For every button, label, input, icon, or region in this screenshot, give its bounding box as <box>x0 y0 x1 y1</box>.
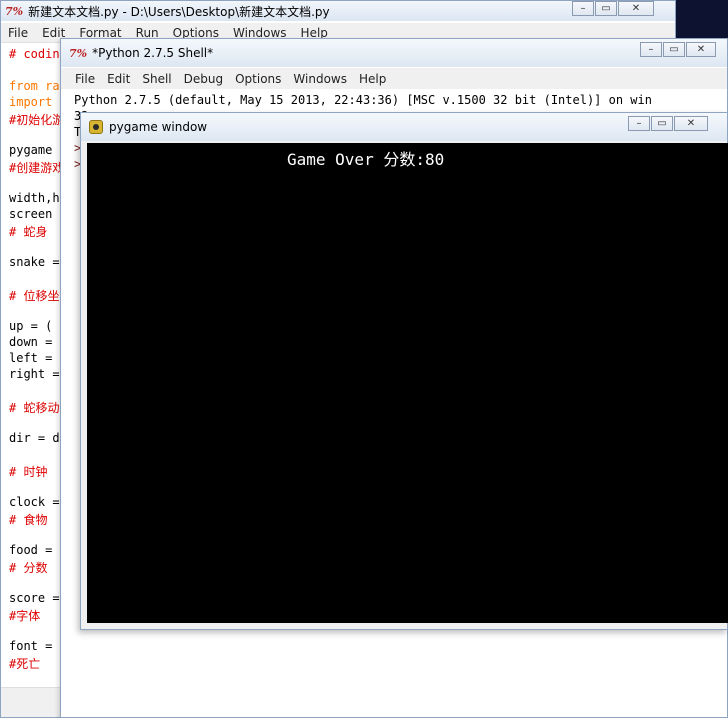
code-line: # 位移坐 <box>9 289 60 303</box>
close-button[interactable]: ✕ <box>618 1 654 16</box>
maximize-button[interactable]: ▭ <box>595 1 617 16</box>
menu-windows[interactable]: Windows <box>287 72 353 86</box>
menu-debug[interactable]: Debug <box>178 72 229 86</box>
code-line: #创建游戏 <box>9 161 65 175</box>
menu-help[interactable]: Help <box>353 72 392 86</box>
editor-title: 新建文本文档.py - D:\Users\Desktop\新建文本文档.py <box>28 4 330 19</box>
code-line: #字体 <box>9 609 41 623</box>
menu-file[interactable]: File <box>69 72 101 86</box>
editor-window-controls: – ▭ ✕ <box>571 1 654 16</box>
shell-menubar: File Edit Shell Debug Options Windows He… <box>61 68 727 89</box>
code-line: right = <box>9 367 60 381</box>
editor-code-area[interactable]: # codin from ra import #初始化游 pygame #创建游戏 widt… <box>1 43 67 683</box>
code-line: # codin <box>9 47 60 61</box>
code-line: dir = d <box>9 431 60 445</box>
code-line: # 蛇身 <box>9 225 48 239</box>
maximize-button[interactable]: ▭ <box>651 116 673 131</box>
code-line: import <box>9 95 53 109</box>
game-over-text: Game Over 分数:80 <box>287 150 445 169</box>
code-line: # 时钟 <box>9 465 48 479</box>
shell-title: *Python 2.7.5 Shell* <box>92 46 214 60</box>
minimize-button[interactable]: – <box>572 1 594 16</box>
shell-titlebar[interactable]: 7% *Python 2.7.5 Shell* <box>61 39 727 67</box>
code-line: # 分数 <box>9 561 48 575</box>
menu-file[interactable]: File <box>1 26 35 40</box>
code-line: snake = <box>9 255 60 269</box>
code-line: screen <box>9 207 53 221</box>
code-line: clock = <box>9 495 60 509</box>
code-line: food = <box>9 543 53 557</box>
close-button[interactable]: ✕ <box>686 42 716 57</box>
code-line: up = ( <box>9 319 53 333</box>
idle-logo-icon: 7% <box>5 4 24 18</box>
code-line: width,h <box>9 191 60 205</box>
close-button[interactable]: ✕ <box>674 116 708 131</box>
idle-logo-icon: 7% <box>69 46 88 60</box>
shell-banner-line: Python 2.7.5 (default, May 15 2013, 22:4… <box>74 93 652 107</box>
menu-shell[interactable]: Shell <box>136 72 177 86</box>
minimize-button[interactable]: – <box>628 116 650 131</box>
code-line: # 食物 <box>9 513 48 527</box>
pygame-title: pygame window <box>109 120 208 134</box>
game-canvas[interactable]: Game Over 分数:80 <box>87 143 728 623</box>
pygame-snake-icon <box>89 120 103 134</box>
code-line: #初始化游 <box>9 113 65 127</box>
code-line: # 蛇移动 <box>9 401 60 415</box>
code-line: score = <box>9 591 60 605</box>
code-line: font = <box>9 639 53 653</box>
code-line: from ra <box>9 79 60 93</box>
pygame-window-controls: – ▭ ✕ <box>627 116 708 131</box>
maximize-button[interactable]: ▭ <box>663 42 685 57</box>
code-line: #死亡 <box>9 657 41 671</box>
minimize-button[interactable]: – <box>640 42 662 57</box>
shell-window-controls: – ▭ ✕ <box>639 42 716 57</box>
code-line: down = <box>9 335 53 349</box>
pygame-window[interactable]: pygame window – ▭ ✕ Game Over 分数:80 <box>80 112 728 630</box>
editor-statusbar <box>1 687 67 717</box>
menu-options[interactable]: Options <box>229 72 287 86</box>
menu-edit[interactable]: Edit <box>101 72 136 86</box>
code-line: pygame <box>9 143 53 157</box>
code-line: left = <box>9 351 53 365</box>
